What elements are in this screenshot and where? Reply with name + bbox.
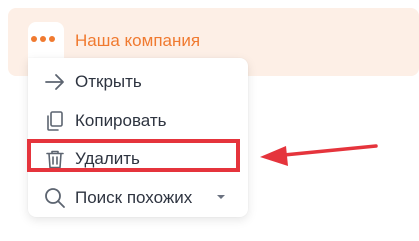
more-actions-button[interactable] [28, 22, 64, 58]
annotation-arrow-icon [260, 144, 378, 166]
context-menu: Открыть Копировать Удалить Поиск похожих [28, 58, 248, 217]
search-icon [45, 188, 65, 208]
company-name-link[interactable]: Наша компания [75, 31, 200, 51]
copy-icon [47, 111, 63, 131]
screen: Наша компания Открыть Копировать Удалить [0, 0, 419, 241]
more-dots-icon [31, 36, 55, 42]
menu-item-copy[interactable]: Копировать [28, 101, 248, 139]
annotation-highlight-box [27, 139, 240, 172]
caret-down-icon[interactable] [215, 191, 227, 203]
arrow-right-icon [45, 74, 64, 90]
menu-item-label: Открыть [75, 72, 142, 91]
menu-item-label: Поиск похожих [75, 188, 193, 207]
menu-item-label: Копировать [75, 111, 167, 130]
menu-item-find-similar[interactable]: Поиск похожих [28, 178, 248, 216]
menu-item-open[interactable]: Открыть [28, 62, 248, 100]
